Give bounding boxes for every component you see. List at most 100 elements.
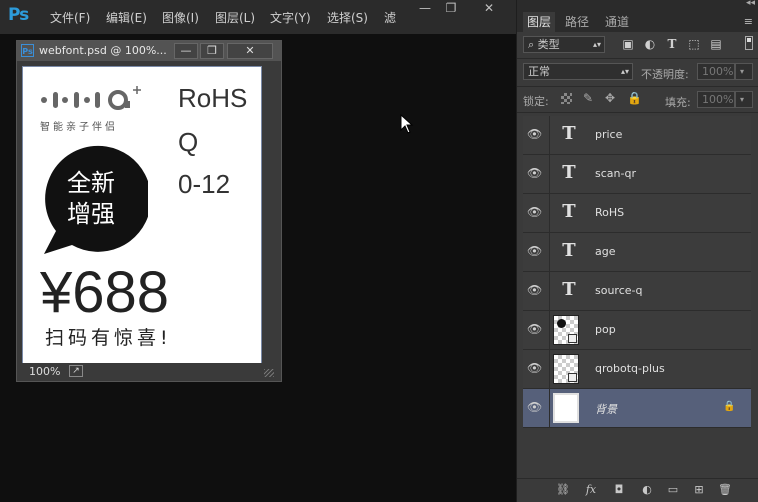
fx-icon[interactable]: fx	[583, 483, 599, 497]
filter-type-select[interactable]: ⌕ 类型 ▴▾	[523, 36, 605, 53]
mask-icon[interactable]: ◘	[611, 483, 627, 497]
layer-row-scan-qr[interactable]: 👁 T scan-qr	[523, 155, 751, 194]
layer-row-rohs[interactable]: 👁 T RoHS	[523, 194, 751, 233]
image-filter-icon[interactable]: ▣	[621, 37, 635, 51]
layer-name: 背景	[595, 403, 617, 416]
menu-type[interactable]: 文字(Y)	[270, 9, 311, 26]
tab-channels[interactable]: 通道	[603, 12, 631, 32]
layer-name: price	[595, 128, 623, 141]
lock-position-icon[interactable]: ✥	[605, 91, 615, 105]
doc-minimize-button[interactable]: —	[174, 43, 198, 59]
q-text: Q	[178, 127, 199, 157]
document-window: Ps webfont.psd @ 100%... — ❐ ✕ 智能亲子伴侣 Ro…	[16, 40, 282, 382]
scan-qr-text: 扫码有惊喜!	[45, 327, 172, 349]
smart-object-filter-icon[interactable]: ▤	[709, 37, 723, 51]
layer-row-age[interactable]: 👁 T age	[523, 233, 751, 272]
opacity-input[interactable]: 100%	[697, 63, 735, 80]
bubble-thumbnail-icon	[557, 319, 566, 328]
link-icon[interactable]: ⛓	[555, 483, 571, 497]
chevron-down-icon: ▴▾	[620, 67, 629, 76]
adjustment-filter-icon[interactable]: ◐	[643, 37, 657, 51]
window-controls: — ❐ ✕	[408, 0, 516, 16]
lock-pixels-icon[interactable]: ✎	[583, 91, 593, 105]
chevron-down-icon: ▴▾	[592, 40, 601, 49]
shape-filter-icon[interactable]: ⬚	[687, 37, 701, 51]
new-layer-icon[interactable]: ⊞	[691, 483, 707, 497]
layer-name: scan-qr	[595, 167, 636, 180]
layer-row-pop[interactable]: 👁 pop	[523, 311, 751, 350]
eye-icon[interactable]: 👁	[527, 323, 542, 335]
text-filter-icon[interactable]: T	[665, 37, 679, 51]
smart-object-badge-icon	[568, 373, 577, 382]
menu-select[interactable]: 选择(S)	[327, 9, 368, 26]
menu-file[interactable]: 文件(F)	[50, 9, 90, 26]
doc-restore-button[interactable]: ❐	[200, 43, 224, 59]
layer-row-price[interactable]: 👁 T price	[523, 116, 751, 155]
eye-icon[interactable]: 👁	[527, 167, 542, 179]
eye-icon[interactable]: 👁	[527, 401, 542, 413]
group-icon[interactable]: ▭	[665, 483, 681, 497]
layers-panel: ◂◂ 图层 路径 通道 ≡ ⌕ 类型 ▴▾ ▣ ◐ T ⬚ ▤ 正常 ▴▾ 不透明度…	[516, 0, 758, 502]
bubble-text-line2: 增强	[67, 200, 115, 228]
doc-close-button[interactable]: ✕	[227, 43, 273, 59]
eye-icon[interactable]: 👁	[527, 128, 542, 140]
ps-document-icon: Ps	[21, 44, 34, 57]
lock-transparency-icon[interactable]	[561, 93, 572, 104]
blend-mode-select[interactable]: 正常 ▴▾	[523, 63, 633, 80]
filter-type-label: 类型	[537, 38, 560, 51]
panel-menu-icon[interactable]: ≡	[744, 15, 753, 28]
eye-icon[interactable]: 👁	[527, 362, 542, 374]
fill-input[interactable]: 100%	[697, 91, 735, 108]
layers-list: 👁 T price 👁 T scan-qr 👁 T RoHS 👁 T age 👁…	[523, 116, 751, 430]
opacity-dropdown-icon[interactable]: ▾	[735, 63, 753, 80]
text-layer-icon: T	[562, 240, 576, 261]
eye-icon[interactable]: 👁	[527, 245, 542, 257]
layer-thumbnail	[553, 393, 579, 423]
blend-mode-value: 正常	[528, 65, 550, 78]
panel-bottom-toolbar: ⛓ fx ◘ ◐ ▭ ⊞ 🗑	[517, 478, 758, 502]
lock-label: 锁定:	[523, 95, 549, 108]
document-canvas[interactable]: 智能亲子伴侣 RoHS Q 0-12 全新 增强 ¥688 扫码有惊喜!	[22, 66, 262, 364]
text-layer-icon: T	[562, 201, 576, 222]
collapse-panel-icon[interactable]: ◂◂	[746, 0, 755, 8]
text-layer-icon: T	[562, 279, 576, 300]
panel-header-strip: ◂◂	[517, 0, 758, 12]
trash-icon[interactable]: 🗑	[717, 483, 733, 497]
menu-bar: Ps 文件(F) 编辑(E) 图像(I) 图层(L) 文字(Y) 选择(S) 滤…	[0, 0, 516, 34]
layer-name: qrobotq-plus	[595, 362, 665, 375]
fill-dropdown-icon[interactable]: ▾	[735, 91, 753, 108]
brand-tagline: 智能亲子伴侣	[40, 122, 118, 133]
filter-toggle-icon[interactable]	[745, 36, 753, 50]
zoom-level[interactable]: 100%	[29, 365, 60, 378]
smart-object-badge-icon	[568, 334, 577, 343]
document-title-bar[interactable]: Ps webfont.psd @ 100%... — ❐ ✕	[17, 41, 281, 61]
close-button[interactable]: ✕	[472, 0, 506, 16]
menu-image[interactable]: 图像(I)	[162, 9, 199, 26]
document-title: webfont.psd @ 100%...	[39, 44, 167, 57]
restore-button[interactable]: ❐	[434, 0, 468, 16]
layer-row-background[interactable]: 👁 背景 🔒	[523, 389, 751, 428]
eye-icon[interactable]: 👁	[527, 206, 542, 218]
layer-name: source-q	[595, 284, 643, 297]
tab-layers[interactable]: 图层	[523, 12, 556, 32]
tab-paths[interactable]: 路径	[563, 12, 591, 32]
age-text: 0-12	[178, 169, 231, 199]
share-icon[interactable]: ↗	[69, 365, 83, 377]
resize-grip-icon[interactable]	[264, 369, 274, 377]
adjustment-icon[interactable]: ◐	[639, 483, 655, 497]
bubble-text-line1: 全新	[67, 169, 115, 197]
text-layer-icon: T	[562, 162, 576, 183]
layer-row-source-q[interactable]: 👁 T source-q	[523, 272, 751, 311]
menu-filter[interactable]: 滤	[384, 9, 396, 26]
price-text: ¥688	[40, 260, 170, 325]
lock-all-icon[interactable]: 🔒	[627, 91, 642, 105]
eye-icon[interactable]: 👁	[527, 284, 542, 296]
lock-icon[interactable]: 🔒	[723, 401, 735, 413]
menu-edit[interactable]: 编辑(E)	[106, 9, 147, 26]
layer-row-qrobotq-plus[interactable]: 👁 qrobotq-plus	[523, 350, 751, 389]
opacity-label: 不透明度:	[641, 68, 689, 81]
menu-layer[interactable]: 图层(L)	[215, 9, 255, 26]
divider	[517, 58, 758, 59]
layer-thumbnail	[553, 354, 579, 384]
text-layer-icon: T	[562, 123, 576, 144]
